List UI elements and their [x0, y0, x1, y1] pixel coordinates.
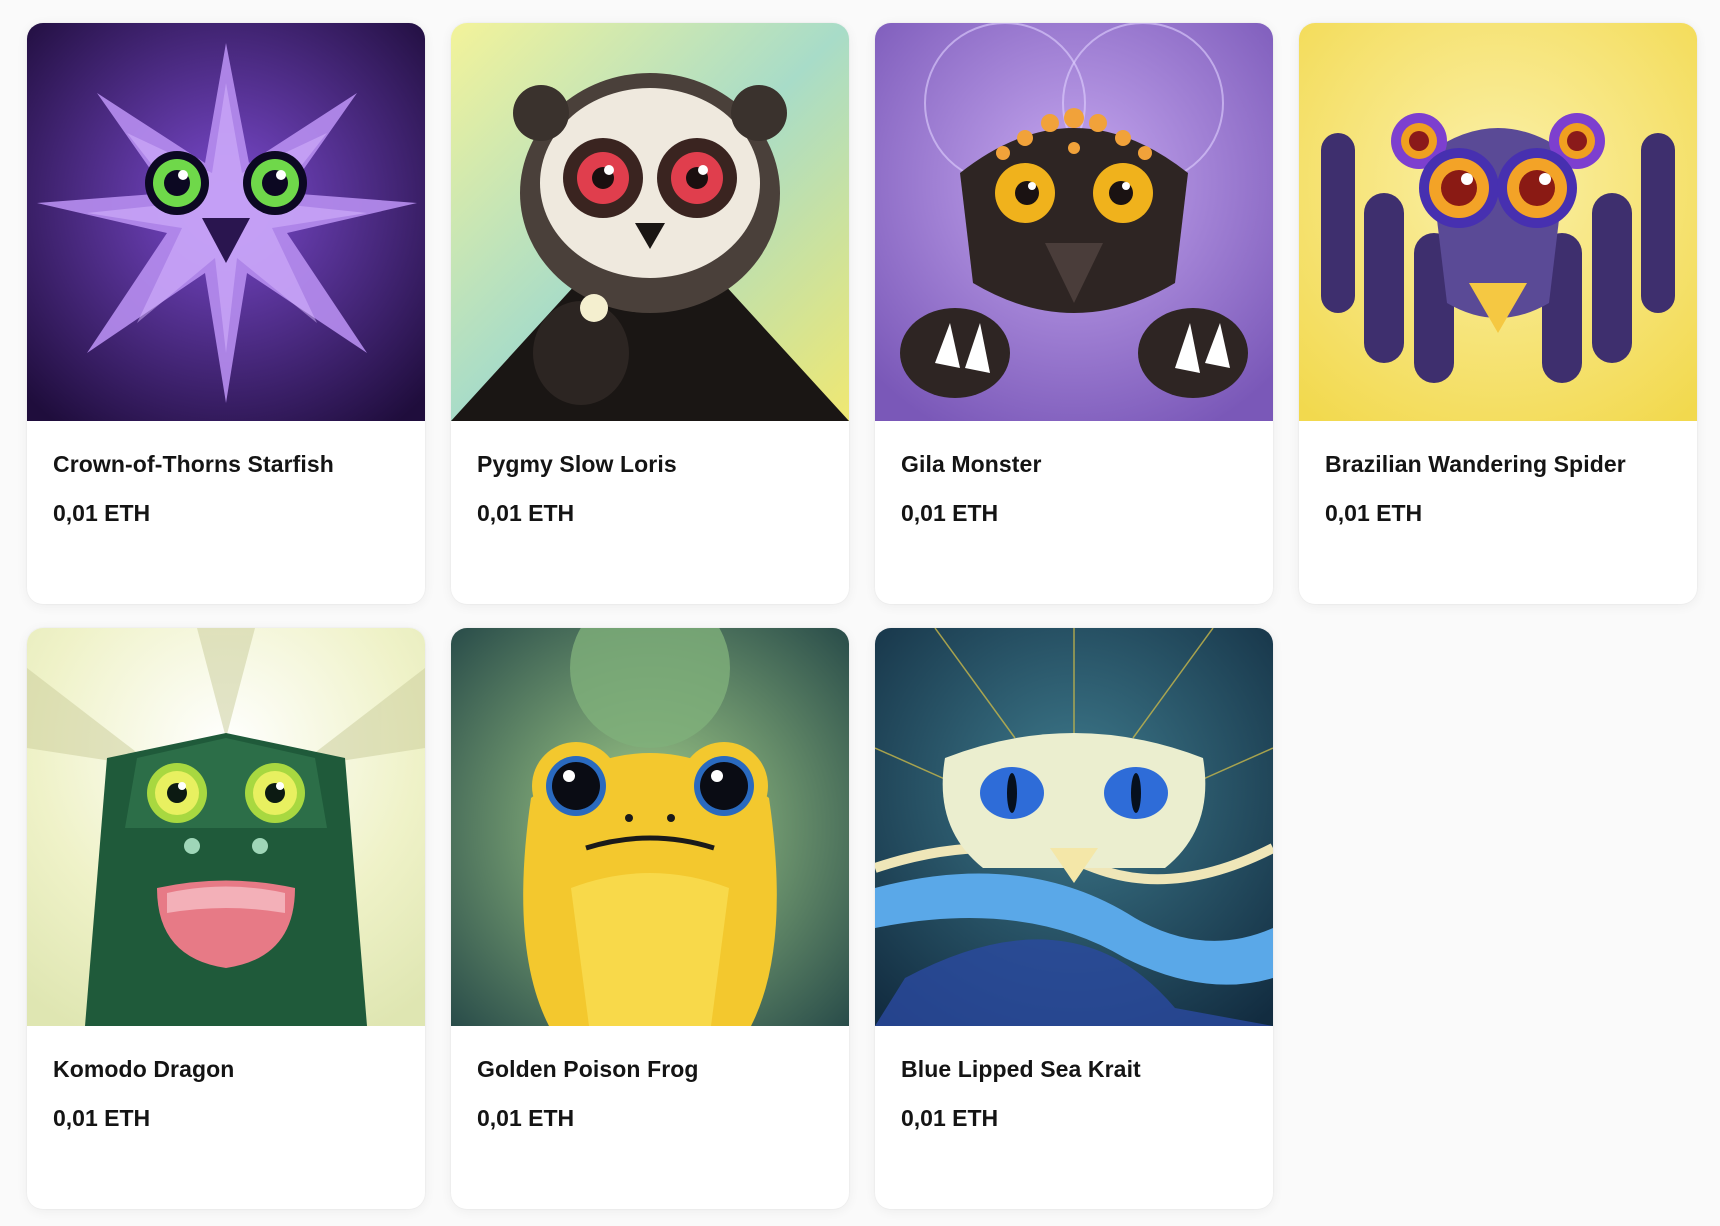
item-title[interactable]: Pygmy Slow Loris — [477, 451, 823, 478]
item-title[interactable]: Blue Lipped Sea Krait — [901, 1056, 1247, 1083]
starfish-artwork[interactable] — [27, 23, 425, 421]
nft-card[interactable]: Brazilian Wandering Spider 0,01 ETH — [1299, 23, 1697, 604]
nft-card[interactable]: Gila Monster 0,01 ETH — [875, 23, 1273, 604]
item-price: 0,01 ETH — [1325, 500, 1423, 526]
nft-grid: Crown-of-Thorns Starfish 0,01 ETH Pygmy … — [27, 23, 1697, 1209]
item-price: 0,01 ETH — [477, 500, 575, 526]
item-title[interactable]: Komodo Dragon — [53, 1056, 399, 1083]
nft-card[interactable]: Crown-of-Thorns Starfish 0,01 ETH — [27, 23, 425, 604]
item-title[interactable]: Brazilian Wandering Spider — [1325, 451, 1671, 478]
item-title[interactable]: Crown-of-Thorns Starfish — [53, 451, 399, 478]
sea-krait-artwork[interactable] — [875, 628, 1273, 1026]
spider-artwork[interactable] — [1299, 23, 1697, 421]
item-price: 0,01 ETH — [901, 1105, 999, 1131]
nft-card[interactable]: Golden Poison Frog 0,01 ETH — [451, 628, 849, 1209]
item-price: 0,01 ETH — [477, 1105, 575, 1131]
slow-loris-artwork[interactable] — [451, 23, 849, 421]
item-price: 0,01 ETH — [901, 500, 999, 526]
item-price: 0,01 ETH — [53, 500, 151, 526]
frog-artwork[interactable] — [451, 628, 849, 1026]
nft-card[interactable]: Komodo Dragon 0,01 ETH — [27, 628, 425, 1209]
item-title[interactable]: Golden Poison Frog — [477, 1056, 823, 1083]
nft-card[interactable]: Pygmy Slow Loris 0,01 ETH — [451, 23, 849, 604]
gila-monster-artwork[interactable] — [875, 23, 1273, 421]
item-title[interactable]: Gila Monster — [901, 451, 1247, 478]
nft-card[interactable]: Blue Lipped Sea Krait 0,01 ETH — [875, 628, 1273, 1209]
komodo-dragon-artwork[interactable] — [27, 628, 425, 1026]
item-price: 0,01 ETH — [53, 1105, 151, 1131]
